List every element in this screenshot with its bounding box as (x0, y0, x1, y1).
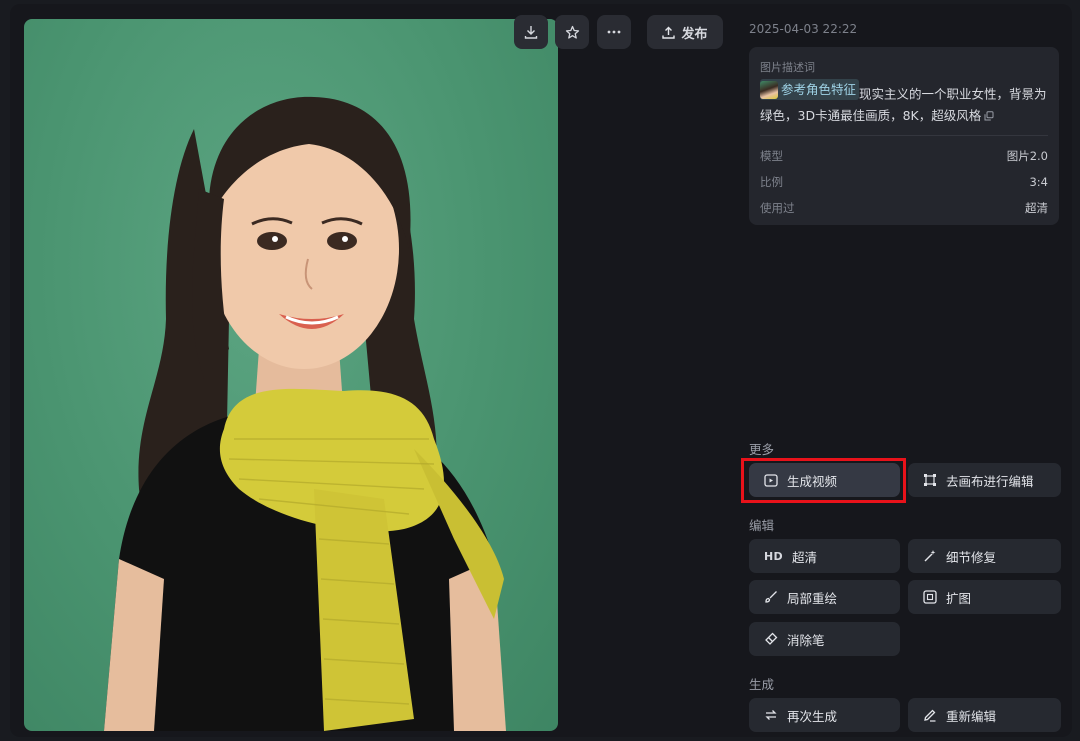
copy-icon[interactable] (984, 111, 994, 121)
section-generate: 生成 (749, 677, 775, 692)
eraser-icon (765, 632, 778, 645)
generate-video-button[interactable]: 生成视频 (749, 463, 900, 497)
model-label: 模型 (760, 148, 783, 163)
expand-icon (923, 590, 937, 604)
reference-label: 参考角色特征 (781, 82, 857, 97)
brush-icon (765, 591, 777, 603)
detail-fix-button[interactable]: 细节修复 (908, 539, 1061, 573)
reedit-button[interactable]: 重新编辑 (908, 698, 1061, 732)
generated-image[interactable] (24, 19, 558, 731)
canvas-icon (924, 474, 936, 486)
section-more: 更多 (749, 442, 775, 457)
download-icon (524, 26, 538, 39)
expand-button[interactable]: 扩图 (908, 580, 1061, 614)
info-card: 图片描述词 参考角色特征 现实主义的一个职业女性，背景为 绿色，3D卡通最佳画质，… (749, 47, 1059, 225)
eraser-button[interactable]: 消除笔 (749, 622, 900, 656)
used-value: 超清 (1025, 200, 1048, 215)
more-button[interactable] (597, 15, 631, 49)
hd-icon: HD (764, 549, 783, 563)
ratio-label: 比例 (760, 174, 783, 189)
upload-icon (662, 26, 676, 39)
reference-chip[interactable]: 参考角色特征 (760, 79, 860, 100)
eraser-label: 消除笔 (787, 632, 825, 648)
canvas-edit-label: 去画布进行编辑 (946, 473, 1034, 489)
model-value: 图片2.0 (1006, 148, 1048, 163)
meta-row-used: 使用过 超清 (760, 200, 1048, 226)
expand-label: 扩图 (946, 590, 972, 606)
magic-wand-icon (924, 550, 936, 562)
canvas-edit-button[interactable]: 去画布进行编辑 (908, 463, 1061, 497)
favorite-button[interactable] (555, 15, 589, 49)
meta-row-model: 模型 图片2.0 (760, 148, 1048, 174)
prompt-line2: 绿色，3D卡通最佳画质，8K，超级风格 (760, 107, 982, 123)
publish-label: 发布 (681, 26, 708, 42)
regenerate-button[interactable]: 再次生成 (749, 698, 900, 732)
regenerate-label: 再次生成 (787, 708, 838, 724)
video-icon (764, 473, 778, 487)
more-icon (607, 30, 621, 34)
generate-video-label: 生成视频 (787, 473, 838, 489)
download-button[interactable] (514, 15, 548, 49)
publish-button[interactable]: 发布 (647, 15, 723, 49)
meta-row-ratio: 比例 3:4 (760, 174, 1048, 200)
used-label: 使用过 (760, 200, 795, 215)
prompt-title: 图片描述词 (760, 61, 815, 74)
prompt-text: 参考角色特征 现实主义的一个职业女性，背景为 绿色，3D卡通最佳画质，8K，超级风… (760, 79, 1050, 126)
detail-fix-label: 细节修复 (946, 549, 997, 565)
section-edit: 编辑 (749, 518, 775, 533)
refresh-icon (765, 710, 777, 720)
super-resolution-label: 超清 (791, 549, 817, 565)
star-icon (565, 25, 579, 39)
super-resolution-button[interactable]: HD 超清 (749, 539, 900, 573)
prompt-line1: 现实主义的一个职业女性，背景为 (859, 86, 1047, 102)
divider (760, 134, 1048, 136)
reedit-label: 重新编辑 (946, 708, 997, 724)
ratio-value: 3:4 (1029, 174, 1048, 189)
pencil-icon (924, 709, 936, 722)
reference-avatar (760, 80, 778, 99)
inpaint-button[interactable]: 局部重绘 (749, 580, 900, 614)
inpaint-label: 局部重绘 (787, 590, 838, 606)
portrait-illustration (104, 96, 506, 731)
timestamp: 2025-04-03 22:22 (749, 22, 858, 36)
